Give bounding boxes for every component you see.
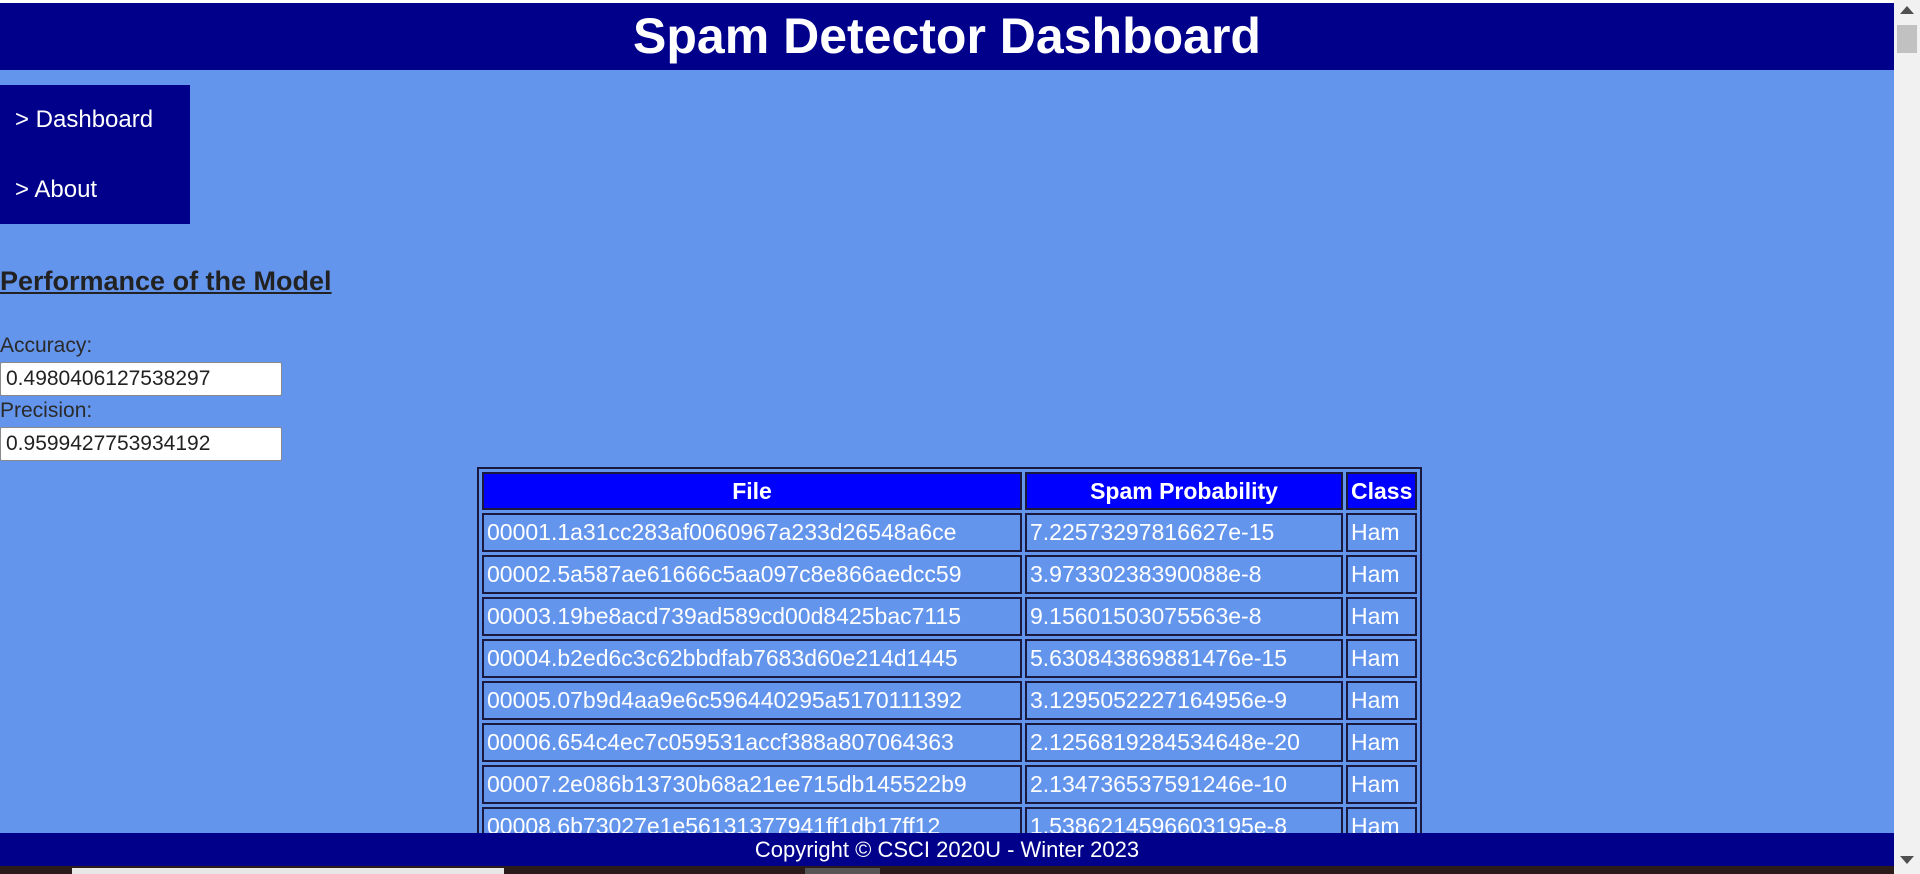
- column-header-class: Class: [1346, 472, 1418, 510]
- cell-class: Ham: [1346, 681, 1418, 720]
- cell-class: Ham: [1346, 555, 1418, 594]
- cell-class: Ham: [1346, 597, 1418, 636]
- table-row: 00001.1a31cc283af0060967a233d26548a6ce 7…: [482, 513, 1418, 552]
- table-row: 00007.2e086b13730b68a21ee715db145522b9 2…: [482, 765, 1418, 804]
- sidebar-item-dashboard[interactable]: > Dashboard: [0, 105, 190, 175]
- accuracy-field[interactable]: [0, 362, 282, 396]
- precision-label: Precision:: [0, 399, 93, 422]
- cell-spam-probability: 3.1295052227164956e-9: [1025, 681, 1343, 720]
- vertical-scrollbar[interactable]: [1894, 0, 1920, 874]
- cell-class: Ham: [1346, 513, 1418, 552]
- accuracy-label: Accuracy:: [0, 334, 93, 357]
- cell-file: 00007.2e086b13730b68a21ee715db145522b9: [482, 765, 1022, 804]
- table-row: 00004.b2ed6c3c62bbdfab7683d60e214d1445 5…: [482, 639, 1418, 678]
- sidebar: > Dashboard > About: [0, 85, 190, 224]
- sidebar-item-about[interactable]: > About: [0, 175, 190, 245]
- taskbar-item[interactable]: [805, 868, 880, 874]
- taskbar: [0, 866, 1894, 874]
- cell-spam-probability: 5.630843869881476e-15: [1025, 639, 1343, 678]
- cell-file: 00001.1a31cc283af0060967a233d26548a6ce: [482, 513, 1022, 552]
- page-header: Spam Detector Dashboard: [0, 3, 1894, 70]
- cell-spam-probability: 7.22573297816627e-15: [1025, 513, 1343, 552]
- cell-class: Ham: [1346, 723, 1418, 762]
- cell-spam-probability: 2.1256819284534648e-20: [1025, 723, 1343, 762]
- cell-spam-probability: 9.15601503075563e-8: [1025, 597, 1343, 636]
- table-row: 00002.5a587ae61666c5aa097c8e866aedcc59 3…: [482, 555, 1418, 594]
- cell-file: 00004.b2ed6c3c62bbdfab7683d60e214d1445: [482, 639, 1022, 678]
- cell-file: 00006.654c4ec7c059531accf388a807064363: [482, 723, 1022, 762]
- table-row: 00003.19be8acd739ad589cd00d8425bac7115 9…: [482, 597, 1418, 636]
- cell-file: 00005.07b9d4aa9e6c596440295a5170111392: [482, 681, 1022, 720]
- precision-field[interactable]: [0, 427, 282, 461]
- page-title: Spam Detector Dashboard: [633, 8, 1261, 64]
- performance-title: Performance of the Model: [0, 266, 332, 296]
- scroll-down-icon[interactable]: [1900, 856, 1914, 864]
- cell-spam-probability: 3.97330238390088e-8: [1025, 555, 1343, 594]
- copyright-text: Copyright © CSCI 2020U - Winter 2023: [754, 837, 1140, 862]
- cell-spam-probability: 2.134736537591246e-10: [1025, 765, 1343, 804]
- cell-file: 00002.5a587ae61666c5aa097c8e866aedcc59: [482, 555, 1022, 594]
- page: Spam Detector Dashboard > Dashboard > Ab…: [0, 0, 1894, 874]
- column-header-file: File: [482, 472, 1022, 510]
- page-footer: Copyright © CSCI 2020U - Winter 2023: [0, 833, 1894, 866]
- table-row: 00006.654c4ec7c059531accf388a807064363 2…: [482, 723, 1418, 762]
- column-header-spam-probability: Spam Probability: [1025, 472, 1343, 510]
- cell-class: Ham: [1346, 765, 1418, 804]
- table-header-row: File Spam Probability Class: [482, 472, 1418, 510]
- cell-class: Ham: [1346, 639, 1418, 678]
- taskbar-item[interactable]: [72, 868, 504, 874]
- scroll-thumb[interactable]: [1897, 25, 1917, 53]
- scroll-up-icon[interactable]: [1900, 6, 1914, 14]
- results-table: File Spam Probability Class 00001.1a31cc…: [477, 467, 1423, 851]
- table-row: 00005.07b9d4aa9e6c596440295a5170111392 3…: [482, 681, 1418, 720]
- cell-file: 00003.19be8acd739ad589cd00d8425bac7115: [482, 597, 1022, 636]
